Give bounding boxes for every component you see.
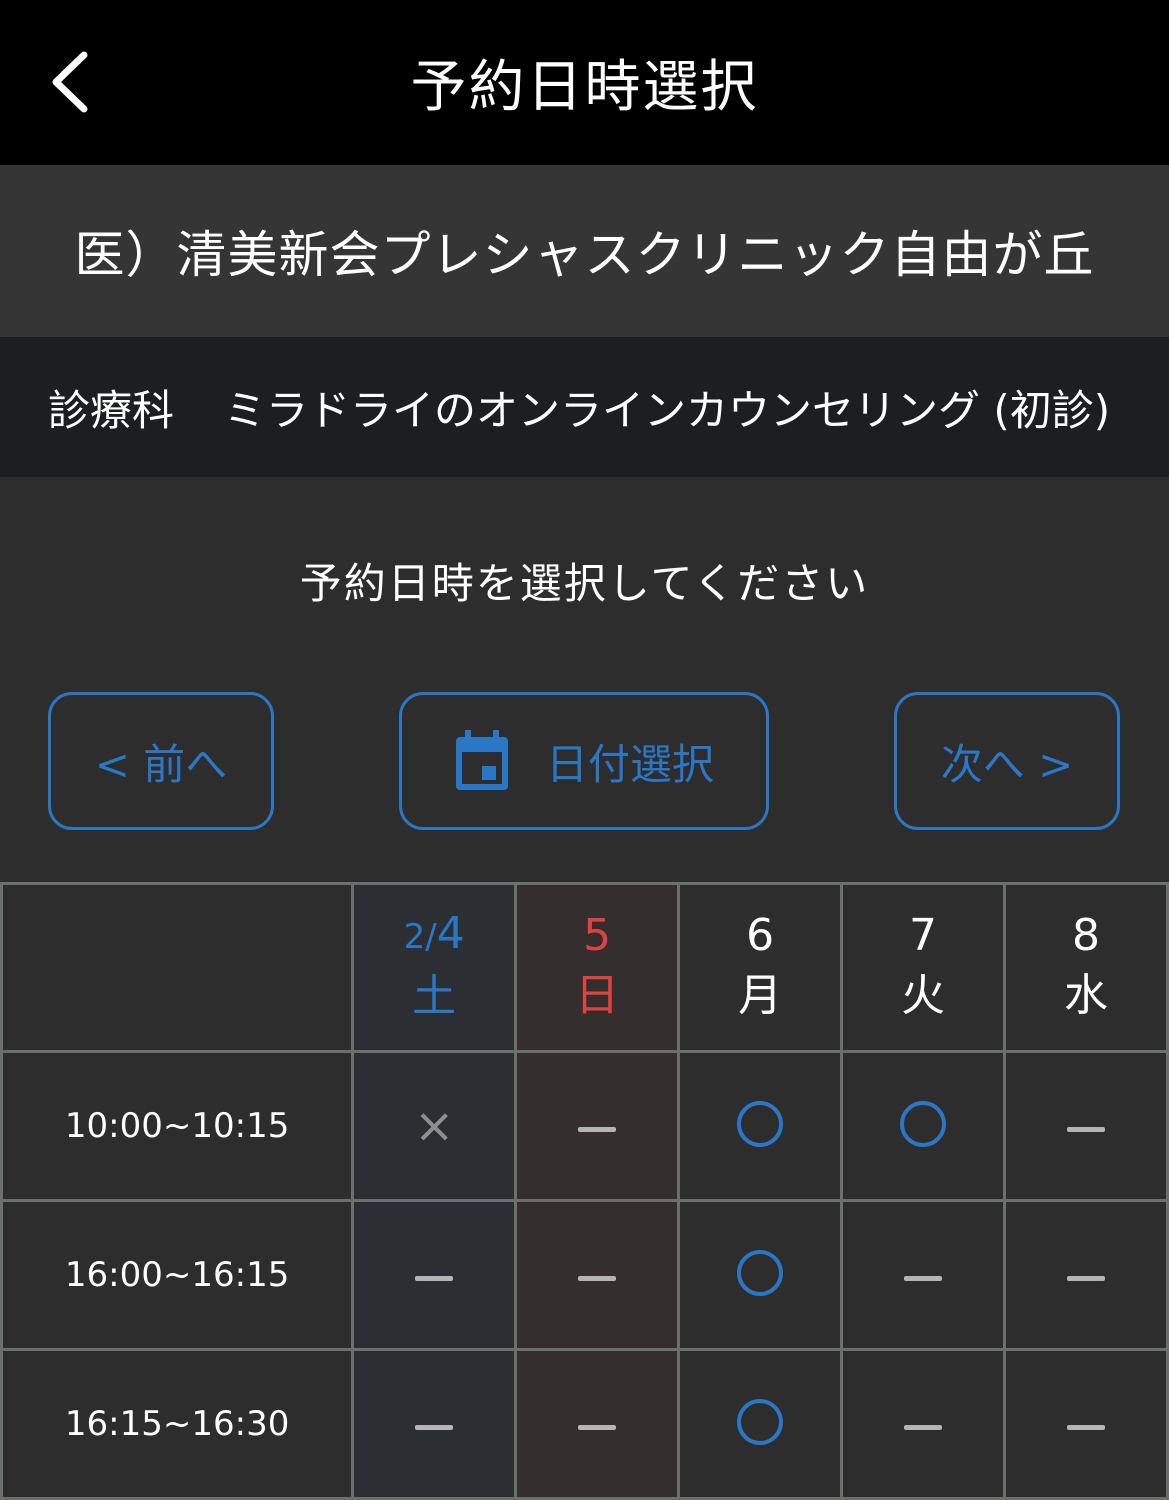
- date-select-label: 日付選択: [545, 739, 714, 789]
- no-slot-dash-icon: [1067, 1126, 1105, 1132]
- available-circle-icon: [737, 1250, 784, 1296]
- no-slot-dash-icon: [904, 1275, 943, 1281]
- schedule-table: 2/4 土 5 日 6 月 7 火 8 水 10:00~10:15 × 16:00~…: [0, 882, 1169, 1500]
- no-slot-dash-icon: [904, 1424, 943, 1430]
- instruction-text: 予約日時を選択してください: [299, 559, 870, 608]
- no-slot-dash-icon: [415, 1275, 454, 1281]
- slot-cell: [514, 1050, 681, 1202]
- time-slot-label: 16:15~16:30: [0, 1348, 355, 1500]
- slot-cell: [840, 1348, 1007, 1500]
- schedule-header-row: 2/4 土 5 日 6 月 7 火 8 水: [0, 882, 1169, 1053]
- day-header-mon: 6 月: [677, 882, 844, 1053]
- available-slot-cell[interactable]: [677, 1050, 844, 1202]
- day-number: 5: [583, 909, 612, 961]
- day-weekday: 日: [575, 969, 620, 1021]
- next-button[interactable]: 次へ >: [894, 692, 1120, 830]
- day-number: 7: [909, 909, 938, 961]
- day-header-wed: 8 水: [1003, 882, 1169, 1053]
- slot-cell: [514, 1348, 681, 1500]
- day-number: 8: [1072, 909, 1100, 961]
- slot-cell: [1003, 1199, 1169, 1351]
- day-number: 6: [746, 909, 775, 961]
- no-slot-dash-icon: [578, 1424, 617, 1430]
- slot-cell: [351, 1348, 518, 1500]
- slot-cell: [351, 1199, 518, 1351]
- schedule-corner-cell: [0, 882, 355, 1053]
- day-weekday: 土: [412, 971, 457, 1022]
- no-slot-dash-icon: [578, 1126, 617, 1132]
- chevron-left-icon: [52, 51, 88, 113]
- day-weekday: 月: [738, 969, 783, 1021]
- slot-cell: [1003, 1348, 1169, 1500]
- slot-cell: [840, 1199, 1007, 1351]
- department-row: 診療科 ミラドライのオンラインカウンセリング (初診): [0, 337, 1169, 477]
- department-value: ミラドライのオンラインカウンセリング (初診): [224, 385, 1111, 435]
- available-slot-cell[interactable]: [840, 1050, 1007, 1202]
- clinic-name: 医）清美新会プレシャスクリニック自由が丘: [0, 165, 1169, 337]
- time-slot-label: 10:00~10:15: [0, 1050, 355, 1202]
- day-header-tue: 7 火: [840, 882, 1007, 1053]
- app-header: 予約日時選択: [0, 0, 1169, 165]
- slot-cell: [1003, 1050, 1169, 1202]
- time-slot-label: 16:00~16:15: [0, 1199, 355, 1351]
- no-slot-dash-icon: [578, 1275, 617, 1281]
- slot-cell: [514, 1199, 681, 1351]
- unavailable-cross-icon: ×: [414, 1098, 455, 1154]
- day-weekday: 火: [901, 969, 946, 1021]
- table-row: 16:00~16:15: [0, 1199, 1169, 1351]
- available-slot-cell[interactable]: [677, 1199, 844, 1351]
- calendar-icon: [455, 730, 508, 790]
- day-header-sat: 2/4 土: [351, 882, 518, 1053]
- table-row: 10:00~10:15 ×: [0, 1050, 1169, 1202]
- available-circle-icon: [737, 1399, 784, 1445]
- back-button[interactable]: [40, 50, 100, 114]
- available-slot-cell[interactable]: [677, 1348, 844, 1500]
- date-select-button[interactable]: 日付選択: [399, 692, 769, 830]
- day-header-sun: 5 日: [514, 882, 681, 1053]
- available-circle-icon: [900, 1101, 947, 1147]
- table-row: 16:15~16:30: [0, 1348, 1169, 1500]
- department-label: 診療科: [48, 385, 175, 435]
- day-number: 4: [436, 908, 465, 959]
- day-month: 2/: [403, 917, 437, 957]
- no-slot-dash-icon: [1067, 1424, 1105, 1430]
- page-title: 予約日時選択: [410, 55, 759, 120]
- available-circle-icon: [737, 1101, 784, 1147]
- day-weekday: 水: [1064, 969, 1108, 1021]
- prev-button[interactable]: < 前へ: [48, 692, 274, 830]
- no-slot-dash-icon: [1067, 1275, 1105, 1281]
- slot-cell: ×: [351, 1050, 518, 1202]
- no-slot-dash-icon: [415, 1424, 454, 1430]
